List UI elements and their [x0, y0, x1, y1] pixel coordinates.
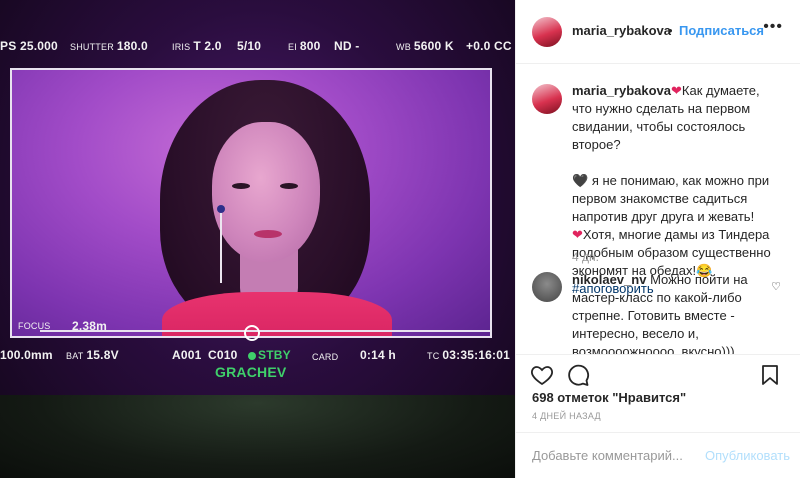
likes-number: 698 отметок: [532, 390, 609, 405]
hud-battery: BAT 15.8V: [66, 348, 119, 362]
caption-avatar[interactable]: [532, 84, 562, 114]
hud-bat-value: 15.8V: [86, 348, 119, 362]
bookmark-icon[interactable]: [758, 363, 782, 387]
hud-wb: WB 5600 K: [396, 39, 454, 53]
hud-iris-value: T 2.0: [193, 39, 222, 53]
likes-suffix: "Нравится": [612, 390, 687, 405]
hud-shutter-value: 180.0: [116, 39, 148, 53]
focus-marker: [244, 325, 260, 341]
hud-status: STBY: [248, 348, 291, 362]
post-header: maria_rybakova • Подписаться •••: [516, 0, 800, 64]
hud-wb-value: 5600 K: [413, 39, 454, 53]
comment-avatar[interactable]: [532, 272, 562, 302]
comment-bubble-icon[interactable]: [566, 363, 590, 387]
subject-left-eye: [232, 183, 250, 189]
add-comment-bar: Опубликовать: [516, 432, 800, 479]
caption-time[interactable]: 4 дн.: [572, 250, 599, 264]
follow-button[interactable]: Подписаться: [679, 23, 764, 38]
focus-bar: [40, 330, 490, 332]
heart-outline-icon[interactable]: [530, 363, 554, 387]
hud-lens: 100.0mm: [0, 348, 53, 362]
post-photo[interactable]: PS 25.000 SHUTTER 180.0 IRIS T 2.0 5/10 EI…: [0, 0, 515, 478]
post-sidebar: maria_rybakova • Подписаться ••• maria_r…: [515, 0, 800, 478]
black-heart-icon: 🖤: [572, 173, 589, 188]
red-heart-icon-2: ❤: [572, 227, 583, 242]
comment-input[interactable]: [532, 448, 712, 463]
hud-status-text: STBY: [258, 348, 291, 362]
more-options-icon[interactable]: •••: [763, 19, 783, 35]
hud-iris-fraction: 5/10: [237, 39, 262, 53]
studio-floor: [0, 395, 515, 478]
hud-shutter: SHUTTER 180.0: [70, 39, 148, 53]
hud-tc-label: TC: [427, 351, 440, 361]
hud-timecode: TC 03:35:16:01: [427, 348, 510, 362]
subject-face: [212, 122, 320, 262]
record-status-icon: [248, 351, 256, 360]
earring: [217, 205, 225, 285]
hud-shutter-label: SHUTTER: [70, 42, 114, 52]
post-date[interactable]: 4 ДНЕЙ НАЗАД: [532, 411, 601, 421]
caption-line-2: я не понимаю, как можно при первом знако…: [572, 173, 770, 224]
comment-item: nikolaev_nv Можно пойти на мастер-класс …: [572, 271, 770, 354]
subject-lips: [254, 230, 282, 238]
publish-button[interactable]: Опубликовать: [705, 448, 790, 463]
hud-tc-value: 03:35:16:01: [442, 348, 510, 362]
hud-ei: EI 800: [288, 39, 321, 53]
hud-card: CARD: [312, 349, 341, 363]
hud-bat-label: BAT: [66, 351, 84, 361]
hud-ei-label: EI: [288, 42, 297, 52]
comments-list[interactable]: maria_rybakova❤Как думаете, что нужно сд…: [516, 64, 800, 354]
hud-operator: GRACHEV: [215, 364, 287, 380]
caption-username[interactable]: maria_rybakova: [572, 83, 671, 98]
header-username[interactable]: maria_rybakova: [572, 23, 671, 38]
hud-clip: C010: [208, 348, 238, 362]
hud-iris-label: IRIS: [172, 42, 191, 52]
header-separator: •: [668, 23, 673, 38]
action-bar: [516, 354, 800, 389]
hud-reel: A001: [172, 348, 202, 362]
hud-card-value: 0:14 h: [360, 348, 396, 362]
likes-count[interactable]: 698 отметок "Нравится": [532, 390, 686, 405]
red-heart-icon: ❤: [671, 83, 682, 98]
camera-frame: FOCUS 2.38m: [10, 68, 492, 338]
comment-username[interactable]: nikolaev_nv: [572, 272, 646, 287]
hud-cc: +0.0 CC: [466, 39, 512, 53]
hud-fps: PS 25.000: [0, 39, 58, 53]
hud-iris: IRIS T 2.0: [172, 39, 222, 53]
hud-nd: ND -: [334, 39, 360, 53]
subject-right-eye: [280, 183, 298, 189]
hud-card-label: CARD: [312, 352, 339, 362]
comment-like-icon[interactable]: ♡: [771, 280, 781, 293]
hud-wb-label: WB: [396, 42, 411, 52]
hud-ei-value: 800: [299, 39, 321, 53]
caption-text: maria_rybakova❤Как думаете, что нужно сд…: [572, 82, 777, 298]
avatar[interactable]: [532, 17, 562, 47]
